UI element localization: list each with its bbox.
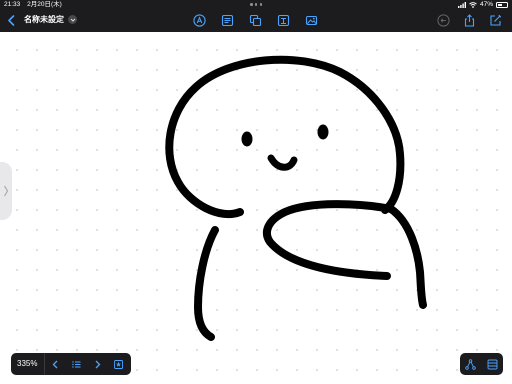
chevron-down-icon (68, 15, 77, 24)
status-date: 2月20日(木) (27, 1, 62, 8)
page-list-icon[interactable] (66, 353, 87, 375)
status-bar: 21:33 2月20日(木) 47% (0, 0, 512, 9)
undo-icon[interactable] (435, 12, 451, 28)
text-box-icon[interactable] (219, 12, 235, 28)
connect-icon[interactable] (462, 353, 480, 375)
favorite-icon[interactable] (108, 353, 129, 375)
sidebar-handle[interactable] (0, 162, 12, 220)
document-title-menu[interactable]: 名称未設定 (24, 14, 77, 25)
head-stroke (165, 55, 405, 218)
battery-percent: 47% (479, 1, 493, 8)
zoom-level[interactable]: 335% (11, 353, 46, 375)
page-controls: 335% (11, 353, 131, 375)
status-right: 47% (457, 0, 508, 9)
shapes-icon[interactable] (247, 12, 263, 28)
battery-icon (496, 1, 508, 8)
left-body-stroke (194, 226, 219, 341)
typing-icon[interactable] (275, 12, 291, 28)
sidebar-panel-icon[interactable] (483, 353, 501, 375)
top-toolbar: 名称未設定 (0, 9, 512, 32)
document-title: 名称未設定 (24, 15, 64, 24)
share-icon[interactable] (461, 12, 477, 28)
pen-tool-icon[interactable] (191, 12, 207, 28)
signal-icon (457, 1, 466, 8)
status-time: 21:33 (4, 1, 21, 8)
handle-chevron-icon (3, 185, 9, 197)
back-chevron-icon[interactable] (3, 12, 19, 28)
drawing-canvas[interactable] (0, 32, 512, 384)
multitasking-dots[interactable] (250, 3, 262, 6)
wifi-icon (469, 1, 477, 8)
arm-stroke (263, 200, 395, 280)
right-eye (317, 124, 329, 140)
view-controls (460, 353, 503, 375)
next-page-icon[interactable] (87, 353, 108, 375)
image-icon[interactable] (303, 12, 319, 28)
prev-page-icon[interactable] (45, 353, 66, 375)
mouth-stroke (267, 154, 298, 171)
compose-icon[interactable] (487, 12, 503, 28)
right-body-stroke (387, 205, 427, 309)
status-left: 21:33 2月20日(木) (4, 0, 67, 9)
left-eye (241, 131, 253, 147)
ink-drawing (165, 55, 427, 341)
